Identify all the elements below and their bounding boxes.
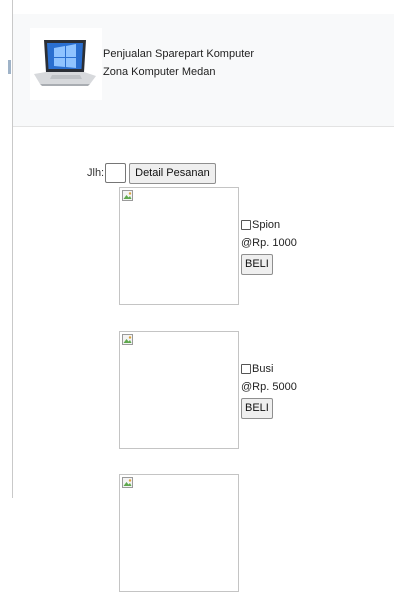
buy-button[interactable]: BELI bbox=[241, 398, 273, 419]
broken-image-icon bbox=[122, 477, 133, 488]
order-form: Jlh: Detail Pesanan bbox=[87, 162, 216, 184]
broken-image-icon bbox=[122, 334, 133, 345]
product-image bbox=[119, 187, 239, 305]
product-price: @Rp. 5000 bbox=[241, 381, 297, 393]
product-price: @Rp. 1000 bbox=[241, 237, 297, 249]
qty-input[interactable] bbox=[105, 163, 127, 183]
site-title-line2: Zona Komputer Medan bbox=[103, 66, 216, 78]
product-image bbox=[119, 474, 239, 592]
site-title: Penjualan Sparepart Komputer Zona Komput… bbox=[103, 45, 254, 81]
qty-label: Jlh: bbox=[87, 167, 105, 179]
product-checkbox[interactable] bbox=[241, 220, 251, 230]
product-name: Spion bbox=[252, 219, 281, 231]
site-header: Penjualan Sparepart Komputer Zona Komput… bbox=[13, 14, 394, 127]
scroll-indicator bbox=[8, 60, 11, 74]
broken-image-icon bbox=[122, 190, 133, 201]
site-title-line1: Penjualan Sparepart Komputer bbox=[103, 48, 255, 60]
laptop-logo bbox=[30, 28, 102, 100]
product-name: Busi bbox=[252, 363, 274, 375]
buy-button[interactable]: BELI bbox=[241, 254, 273, 275]
detail-order-button[interactable]: Detail Pesanan bbox=[129, 162, 216, 184]
product-image bbox=[119, 331, 239, 449]
product-checkbox[interactable] bbox=[241, 364, 251, 374]
